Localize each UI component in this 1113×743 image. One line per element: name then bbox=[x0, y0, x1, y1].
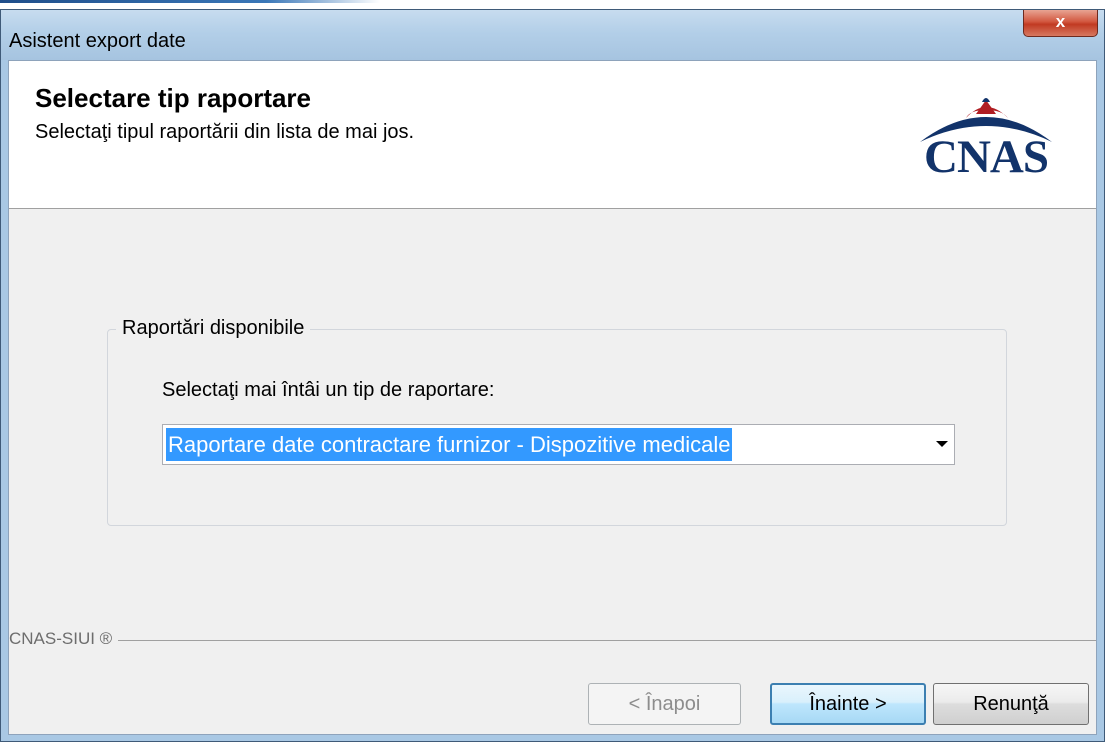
dialog-client-area: Selectare tip raportare Selectaţi tipul … bbox=[8, 60, 1097, 735]
title-bar[interactable]: Asistent export date x bbox=[1, 10, 1104, 60]
close-button[interactable]: x bbox=[1023, 10, 1098, 37]
group-legend: Raportări disponibile bbox=[116, 317, 311, 340]
logo-text: CNAS bbox=[924, 131, 1049, 183]
footer-brand-label: CNAS-SIUI ® bbox=[9, 629, 119, 649]
page-subtitle: Selectaţi tipul raportării din lista de … bbox=[35, 121, 415, 143]
page-title: Selectare tip raportare bbox=[35, 83, 312, 113]
chevron-down-icon[interactable] bbox=[936, 441, 948, 447]
back-button[interactable]: < Înapoi bbox=[588, 683, 741, 725]
available-reports-group: Raportări disponibile Selectaţi mai întâ… bbox=[107, 317, 1007, 526]
cancel-button[interactable]: Renunţă bbox=[933, 683, 1089, 725]
window-title: Asistent export date bbox=[9, 30, 186, 52]
footer-divider bbox=[9, 640, 1096, 641]
wizard-header: Selectare tip raportare Selectaţi tipul … bbox=[9, 61, 1096, 209]
selected-report-type: Raportare date contractare furnizor - Di… bbox=[166, 428, 733, 461]
export-wizard-dialog: Asistent export date x Selectare tip rap… bbox=[0, 9, 1105, 742]
background-window-strip bbox=[0, 0, 1113, 9]
cnas-logo: CNAS bbox=[906, 86, 1066, 186]
next-button[interactable]: Înainte > bbox=[770, 683, 926, 725]
background-stripe bbox=[0, 0, 380, 3]
report-type-prompt: Selectaţi mai întâi un tip de raportare: bbox=[162, 379, 495, 401]
report-type-select[interactable]: Raportare date contractare furnizor - Di… bbox=[162, 424, 955, 465]
close-icon: x bbox=[1055, 12, 1066, 31]
